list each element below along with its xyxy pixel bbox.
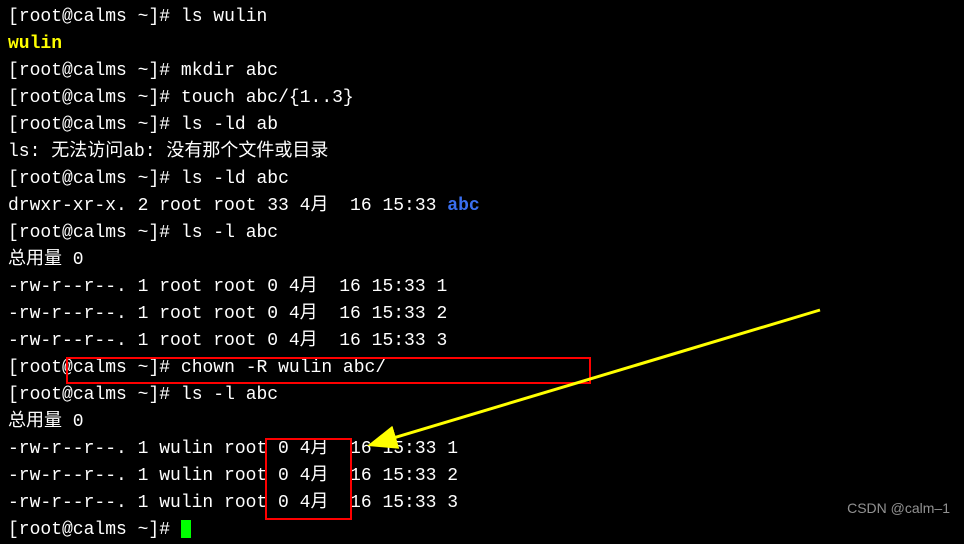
prompt: [root@calms ~]# <box>8 385 181 405</box>
term-line: -rw-r--r--. 1 root root 0 4月 16 15:33 1 <box>8 274 956 301</box>
term-line: [root@calms ~]# ls wulin <box>8 4 956 31</box>
command-text: chown -R wulin abc/ <box>181 358 386 378</box>
output-text: drwxr-xr-x. 2 root root 33 4月 16 15:33 <box>8 196 447 216</box>
term-line: -rw-r--r--. 1 root root 0 4月 16 15:33 3 <box>8 328 956 355</box>
terminal-output: [root@calms ~]# ls wulin wulin [root@cal… <box>8 4 956 544</box>
term-line: wulin <box>8 31 956 58</box>
prompt: [root@calms ~]# <box>8 88 181 108</box>
prompt: [root@calms ~]# <box>8 115 181 135</box>
term-line: -rw-r--r--. 1 wulin root 0 4月 16 15:33 2 <box>8 463 956 490</box>
dir-name: abc <box>447 196 479 216</box>
output-text: ls: 无法访问ab: 没有那个文件或目录 <box>8 142 328 162</box>
term-line: [root@calms ~]# touch abc/{1..3} <box>8 85 956 112</box>
command-text: ls -l abc <box>181 385 278 405</box>
term-line: -rw-r--r--. 1 wulin root 0 4月 16 15:33 3 <box>8 490 956 517</box>
term-line: ls: 无法访问ab: 没有那个文件或目录 <box>8 139 956 166</box>
term-line: [root@calms ~]# mkdir abc <box>8 58 956 85</box>
term-line: [root@calms ~]# ls -ld abc <box>8 166 956 193</box>
term-line: [root@calms ~]# ls -l abc <box>8 382 956 409</box>
output-text: -rw-r--r--. 1 root root 0 4月 16 15:33 3 <box>8 331 447 351</box>
prompt: [root@calms ~]# <box>8 7 181 27</box>
output-text: wulin <box>8 34 62 54</box>
output-text: -rw-r--r--. 1 root root 0 4月 16 15:33 1 <box>8 277 447 297</box>
command-text: touch abc/{1..3} <box>181 88 354 108</box>
terminal-cursor[interactable] <box>181 520 191 538</box>
command-text: ls -l abc <box>181 223 278 243</box>
prompt: [root@calms ~]# <box>8 358 181 378</box>
output-text: -rw-r--r--. 1 wulin root 0 4月 16 15:33 3 <box>8 493 458 513</box>
term-line: 总用量 0 <box>8 247 956 274</box>
prompt: [root@calms ~]# <box>8 61 181 81</box>
prompt: [root@calms ~]# <box>8 169 181 189</box>
output-text: 总用量 0 <box>8 412 84 432</box>
command-text: ls -ld ab <box>181 115 278 135</box>
term-line: -rw-r--r--. 1 root root 0 4月 16 15:33 2 <box>8 301 956 328</box>
prompt: [root@calms ~]# <box>8 223 181 243</box>
output-text: -rw-r--r--. 1 wulin root 0 4月 16 15:33 2 <box>8 466 458 486</box>
term-line-cursor[interactable]: [root@calms ~]# <box>8 517 956 544</box>
term-line: [root@calms ~]# chown -R wulin abc/ <box>8 355 956 382</box>
output-text: -rw-r--r--. 1 wulin root 0 4月 16 15:33 1 <box>8 439 458 459</box>
output-text: 总用量 0 <box>8 250 84 270</box>
output-text: -rw-r--r--. 1 root root 0 4月 16 15:33 2 <box>8 304 447 324</box>
command-text: ls wulin <box>181 7 267 27</box>
command-text: mkdir abc <box>181 61 278 81</box>
term-line: drwxr-xr-x. 2 root root 33 4月 16 15:33 a… <box>8 193 956 220</box>
partial-prompt: [root@calms ~]# <box>8 520 181 540</box>
term-line: [root@calms ~]# ls -ld ab <box>8 112 956 139</box>
term-line: 总用量 0 <box>8 409 956 436</box>
watermark: CSDN @calm–1 <box>847 498 950 519</box>
term-line: [root@calms ~]# ls -l abc <box>8 220 956 247</box>
command-text: ls -ld abc <box>181 169 289 189</box>
term-line: -rw-r--r--. 1 wulin root 0 4月 16 15:33 1 <box>8 436 956 463</box>
